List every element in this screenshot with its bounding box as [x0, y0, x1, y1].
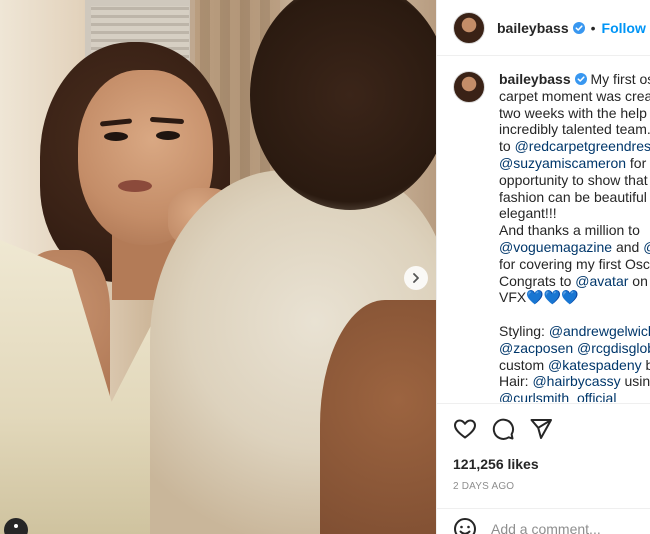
caption-line: two weeks with the help o — [499, 105, 650, 122]
caption-text: VFX💙💙💙 — [499, 289, 579, 306]
caption-text: Hair: @hairbycassy using — [499, 373, 650, 390]
header-username[interactable]: baileybass — [497, 20, 569, 36]
avatar[interactable] — [453, 11, 485, 44]
share-icon — [530, 418, 552, 439]
carousel-next-button[interactable] — [404, 266, 428, 290]
caption-text: fashion can be beautiful a — [499, 188, 650, 205]
mention-link[interactable]: @zacposen — [499, 340, 573, 356]
caption-text: custom @katespadeny ba — [499, 356, 650, 373]
mention-link[interactable]: @redcarpetgreendress — [515, 138, 650, 154]
caption-line: baileybass My first osc — [499, 71, 650, 88]
caption-line: @curlsmith_official — [499, 390, 650, 402]
mention-link[interactable]: @katespadeny — [548, 357, 642, 373]
mention-link[interactable]: @suzyamiscameron — [499, 155, 626, 171]
mention-link[interactable]: @hairbycassy — [532, 373, 620, 389]
caption-line: elegant!!! — [499, 205, 650, 222]
post-header: baileybass • Follow — [437, 0, 650, 56]
caption-text: Congrats to @avatar on t — [499, 272, 650, 289]
post-time[interactable]: 2 DAYS AGO — [453, 481, 514, 492]
mention-link[interactable]: @andrewgelwick — [549, 323, 650, 339]
caption-line: @voguemagazine and @i — [499, 239, 650, 256]
caption-line — [499, 306, 650, 323]
post-actions — [437, 403, 650, 453]
caption-line: @zacposen @rcgdisgloba — [499, 340, 650, 357]
caption-line: opportunity to show that — [499, 172, 650, 189]
caption-row: baileybass My first osccarpet moment was… — [453, 71, 650, 402]
caption-line: Congrats to @avatar on t — [499, 273, 650, 290]
caption-text: @zacposen @rcgdisgloba — [499, 340, 650, 356]
mention-link[interactable]: @i — [643, 239, 650, 255]
add-comment-bar — [437, 508, 650, 534]
caption-line: for covering my first Osca — [499, 256, 650, 273]
mention-link[interactable]: @voguemagazine — [499, 239, 612, 255]
caption-text: for covering my first Osca — [499, 255, 650, 272]
caption-line: @suzyamiscameron for th — [499, 155, 650, 172]
lips — [118, 180, 152, 192]
caption-line: And thanks a million to — [499, 222, 650, 239]
like-button[interactable] — [453, 417, 477, 441]
left-eye — [104, 132, 128, 141]
caption-text — [499, 306, 503, 322]
caption-line: carpet moment was creat — [499, 88, 650, 105]
header-separator: • — [590, 19, 596, 36]
caption-text: @suzyamiscameron for th — [499, 154, 650, 171]
caption-line: incredibly talented team. — [499, 121, 650, 138]
caption-text: carpet moment was creat — [499, 87, 650, 104]
mention-link[interactable]: @curlsmith_official — [499, 390, 616, 402]
caption-text: two weeks with the help o — [499, 104, 650, 121]
follow-button[interactable]: Follow — [602, 20, 646, 36]
caption-text: to @redcarpetgreendress — [499, 138, 650, 154]
caption-text: elegant!!! — [499, 205, 557, 222]
chevron-right-icon — [413, 273, 419, 283]
comment-button[interactable] — [491, 417, 515, 441]
mention-link[interactable]: @avatar — [575, 273, 628, 289]
caption-line: custom @katespadeny ba — [499, 357, 650, 374]
verified-badge-icon — [572, 21, 585, 34]
caption-line: VFX💙💙💙 — [499, 289, 650, 306]
caption-line: fashion can be beautiful a — [499, 189, 650, 206]
caption-text: @voguemagazine and @i — [499, 239, 650, 255]
heart-icon — [454, 419, 476, 438]
comment-icon — [492, 418, 515, 440]
caption: baileybass My first osccarpet moment was… — [499, 71, 650, 402]
caption-text: @curlsmith_official — [499, 390, 616, 402]
caption-avatar[interactable] — [453, 71, 485, 103]
caption-text: And thanks a million to — [499, 222, 640, 239]
comment-input[interactable] — [491, 520, 650, 534]
right-eye — [156, 131, 180, 140]
post-photo[interactable] — [0, 0, 436, 534]
mention-link[interactable]: @rcgdisgloba — [577, 340, 650, 356]
emoji-icon[interactable] — [453, 517, 477, 534]
caption-text: incredibly talented team. — [499, 121, 650, 138]
verified-badge-icon — [574, 73, 587, 85]
caption-text: My first osc — [590, 71, 650, 87]
caption-line: to @redcarpetgreendress — [499, 138, 650, 155]
caption-username[interactable]: baileybass — [499, 71, 571, 87]
post-side-panel: baileybass • Follow baileybass My first … — [436, 0, 650, 534]
caption-line: Styling: @andrewgelwick — [499, 323, 650, 340]
share-button[interactable] — [529, 417, 553, 441]
comments-area[interactable]: baileybass My first osccarpet moment was… — [437, 57, 650, 402]
likes-count[interactable]: 121,256 likes — [453, 456, 539, 472]
caption-text: opportunity to show that — [499, 171, 648, 188]
caption-line: Hair: @hairbycassy using — [499, 373, 650, 390]
caption-text: Styling: @andrewgelwick — [499, 323, 650, 339]
